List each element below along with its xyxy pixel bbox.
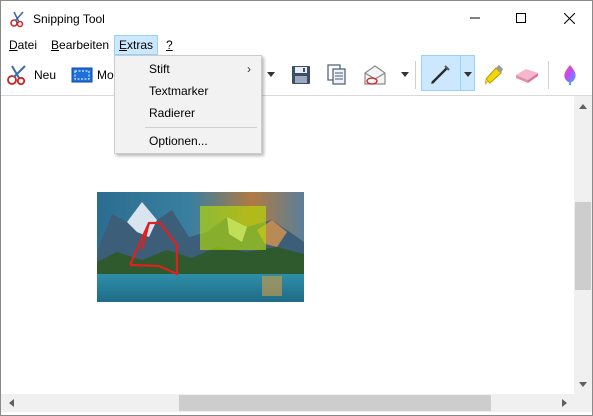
close-button[interactable] xyxy=(546,1,592,35)
extras-menu-stift[interactable]: Stift › xyxy=(115,58,261,80)
send-dropdown-arrow[interactable] xyxy=(401,59,409,91)
submenu-arrow-icon: › xyxy=(247,62,251,76)
maximize-icon xyxy=(516,13,526,23)
scrollbar-corner xyxy=(574,394,592,412)
menu-datei-mnemonic: D xyxy=(9,38,18,52)
maximize-button[interactable] xyxy=(498,1,544,35)
chevron-down-icon xyxy=(401,72,409,77)
vertical-scroll-thumb[interactable] xyxy=(575,202,591,290)
extras-menu-optionen[interactable]: Optionen... xyxy=(115,130,261,152)
extras-menu-textmarker[interactable]: Textmarker xyxy=(115,80,261,102)
snipping-tool-window: Snipping Tool Datei Bearbeiten Extras ? … xyxy=(0,0,593,416)
toolbar-separator-2 xyxy=(548,61,549,89)
horizontal-scrollbar[interactable] xyxy=(1,394,574,412)
chevron-down-icon xyxy=(267,72,275,77)
chevron-right-icon xyxy=(561,399,567,407)
toolbar: Neu Mo xyxy=(1,55,592,96)
menu-datei[interactable]: Datei xyxy=(5,36,41,54)
new-button-label: Neu xyxy=(34,68,57,82)
menu-separator xyxy=(145,127,257,128)
title-bar: Snipping Tool xyxy=(1,1,592,35)
menu-extras[interactable]: Extras xyxy=(114,35,159,55)
pen-dropdown-arrow[interactable] xyxy=(464,59,472,91)
scroll-right-arrow[interactable] xyxy=(556,395,572,411)
paint3d-icon xyxy=(564,65,576,85)
extras-menu-optionen-label: Optionen... xyxy=(149,134,208,148)
copy-button[interactable] xyxy=(327,59,347,91)
extras-menu-radierer[interactable]: Radierer xyxy=(115,102,261,124)
menu-bar: Datei Bearbeiten Extras ? xyxy=(1,35,592,55)
menu-bearbeiten-label: earbeiten xyxy=(59,38,110,52)
eraser-icon xyxy=(516,69,538,83)
highlighter-button[interactable] xyxy=(482,59,504,91)
vertical-scrollbar[interactable] xyxy=(574,96,592,394)
chevron-down-icon xyxy=(579,381,587,387)
scroll-up-arrow[interactable] xyxy=(575,98,591,114)
menu-extras-mnemonic: E xyxy=(119,38,128,52)
pen-button-split xyxy=(460,55,461,91)
menu-bearbeiten[interactable]: Bearbeiten xyxy=(47,36,113,54)
toolbar-separator xyxy=(415,61,416,89)
pen-icon xyxy=(431,65,450,84)
extras-menu-textmarker-label: Textmarker xyxy=(149,84,209,98)
close-icon xyxy=(563,12,575,24)
paint3d-button[interactable] xyxy=(561,59,579,91)
snip-canvas[interactable] xyxy=(1,96,574,394)
menu-bearbeiten-mnemonic: B xyxy=(51,38,60,52)
window-title: Snipping Tool xyxy=(33,12,105,26)
extras-menu-radierer-label: Radierer xyxy=(149,106,196,120)
menu-datei-label: atei xyxy=(17,38,38,52)
menu-extras-label: xtras xyxy=(127,38,154,52)
minimize-icon xyxy=(470,17,480,19)
chevron-down-icon xyxy=(464,72,472,77)
save-button[interactable] xyxy=(291,59,311,91)
mode-button-label: Mo xyxy=(97,68,114,82)
send-snip-button[interactable] xyxy=(363,59,387,91)
extras-menu-stift-label: Stift xyxy=(149,62,170,76)
menu-help-label: ? xyxy=(166,38,173,52)
chevron-up-icon xyxy=(579,103,587,109)
floppy-disk-icon xyxy=(292,66,310,84)
new-button[interactable]: Neu xyxy=(6,59,56,91)
copy-icon xyxy=(327,64,346,85)
chevron-left-icon xyxy=(8,399,14,407)
menu-help[interactable]: ? xyxy=(162,36,177,54)
pen-button[interactable] xyxy=(428,59,452,91)
rectangle-snip-icon xyxy=(71,67,93,83)
scroll-left-arrow[interactable] xyxy=(3,395,19,411)
scroll-down-arrow[interactable] xyxy=(575,376,591,392)
minimize-button[interactable] xyxy=(452,1,498,35)
horizontal-scroll-thumb[interactable] xyxy=(179,395,491,411)
highlighter-icon xyxy=(485,65,503,85)
extras-menu: Stift › Textmarker Radierer Optionen... xyxy=(114,55,262,154)
eraser-button[interactable] xyxy=(514,59,540,91)
mode-dropdown-arrow[interactable] xyxy=(267,59,275,91)
envelope-icon xyxy=(364,65,386,85)
captured-snip-image xyxy=(97,192,304,302)
scissors-icon xyxy=(7,65,26,86)
mode-button[interactable]: Mo xyxy=(71,59,114,91)
scissors-icon xyxy=(9,10,27,28)
